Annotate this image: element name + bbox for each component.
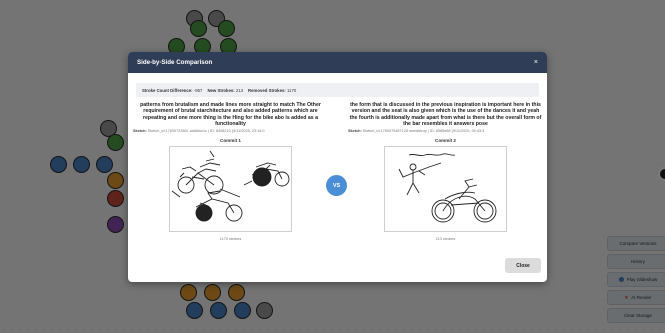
commit-2-column: the form that is discussed in the previo… <box>348 102 543 241</box>
commit-2-prompt: the form that is discussed in the previo… <box>349 102 542 127</box>
stroke-diff-stat: Stroke Count Difference: -957 <box>142 87 203 93</box>
commit-2-strokes: 213 strokes <box>435 237 456 242</box>
commit-1-label: Commit 1 <box>220 138 241 144</box>
commit-1-sketch <box>169 146 292 233</box>
close-icon[interactable]: × <box>534 59 538 66</box>
commit-2-meta: Sketch: Sketch_id:1760079487128 onedistr… <box>348 129 485 134</box>
bike-sketch-image <box>171 150 290 222</box>
removed-strokes-stat: Removed Strokes: 1170 <box>248 87 297 93</box>
vs-badge: VS <box>326 175 347 196</box>
stats-bar: Stroke Count Difference: -957 New Stroke… <box>136 83 539 97</box>
bike-sketch-image <box>398 153 497 223</box>
close-button[interactable]: Close <box>505 258 541 273</box>
commit-2-sketch <box>384 146 507 233</box>
commit-2-label: Commit 2 <box>435 138 456 144</box>
comparison-modal: Side-by-Side Comparison × Stroke Count D… <box>128 52 547 282</box>
commit-1-column: patterns from brutalism and made lines m… <box>133 102 328 241</box>
commit-1-meta: Sketch: Sketch_id:1760072286L addition1c… <box>133 129 265 134</box>
commit-1-strokes: 1170 strokes <box>219 237 242 242</box>
modal-title: Side-by-Side Comparison <box>137 59 213 66</box>
commit-1-prompt: patterns from brutalism and made lines m… <box>140 102 321 127</box>
modal-header: Side-by-Side Comparison × <box>128 52 547 73</box>
compare-row: patterns from brutalism and made lines m… <box>128 102 547 262</box>
new-strokes-stat: New Strokes: 213 <box>207 87 244 93</box>
